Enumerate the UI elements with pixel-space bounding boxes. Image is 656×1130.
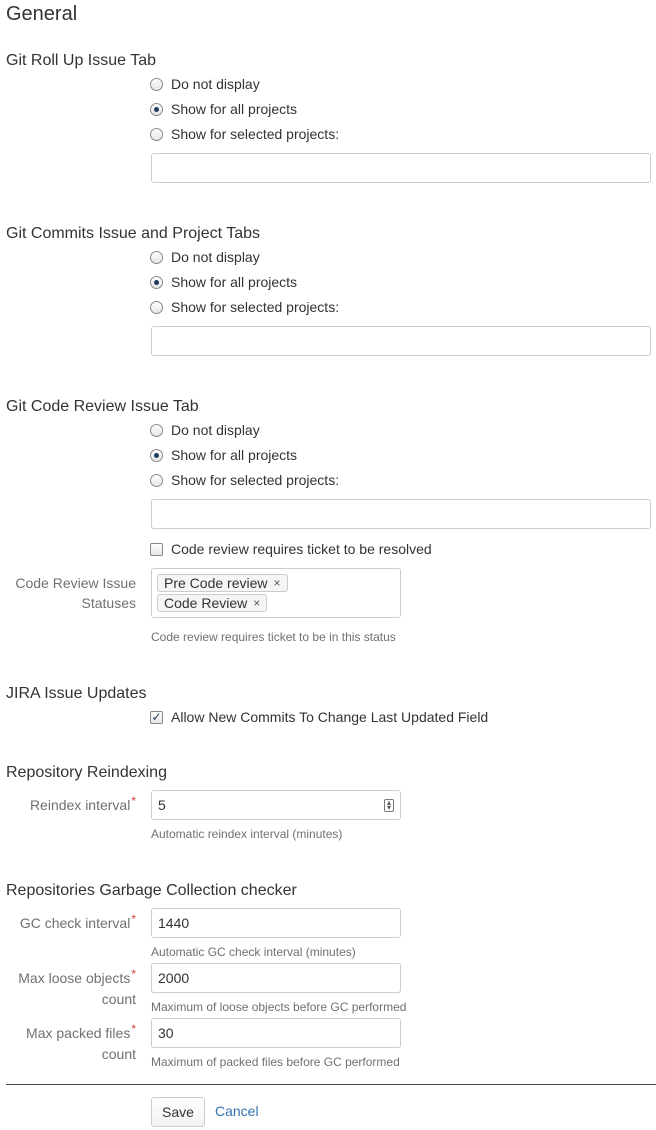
option-label: Show for all projects (171, 447, 298, 463)
field-label-line2: count (101, 991, 136, 1007)
gc-check-interval-input[interactable]: 1440 (151, 908, 401, 938)
option-label: Do not display (171, 422, 260, 438)
option-label: Show for selected projects: (171, 126, 340, 142)
section-title-reindex: Repository Reindexing (6, 764, 167, 781)
radio-icon[interactable] (150, 300, 163, 314)
reindex-interval-label: Reindex interval* (29, 794, 136, 816)
required-marker: * (131, 1022, 136, 1036)
number-stepper-icon[interactable]: ▴ ▾ (384, 799, 394, 812)
section-title-review: Git Code Review Issue Tab (6, 398, 199, 415)
input-value: 5 (158, 797, 166, 813)
radio-icon[interactable] (150, 423, 163, 437)
field-label: Reindex interval (29, 797, 131, 813)
status-tag[interactable]: Code Review × (157, 594, 268, 612)
checkbox-label: Code review requires ticket to be resolv… (171, 541, 432, 557)
option-label: Do not display (171, 76, 260, 92)
max-packed-files-label: Max packed files* count (26, 1022, 136, 1064)
field-label: Max packed files (26, 1025, 131, 1041)
max-loose-objects-input[interactable]: 2000 (151, 963, 401, 993)
required-marker: * (131, 967, 136, 981)
input-value: 30 (158, 1025, 174, 1041)
reindex-help: Automatic reindex interval (minutes) (151, 827, 343, 841)
reindex-interval-input[interactable]: 5 ▴ ▾ (151, 790, 401, 820)
status-tag-label: Code Review (164, 595, 248, 611)
review-option-do-not-display[interactable]: Do not display (150, 421, 260, 439)
max-loose-objects-label: Max loose objects* count (18, 967, 136, 1009)
option-label: Show for selected projects: (171, 472, 340, 488)
checkbox-checked-icon[interactable]: ✓ (150, 710, 163, 724)
statuses-help: Code review requires ticket to be in thi… (151, 630, 396, 644)
commits-projects-input[interactable] (151, 326, 651, 356)
gc-check-interval-label: GC check interval* (19, 912, 136, 934)
page-title: General (6, 3, 78, 25)
max-packed-files-input[interactable]: 30 (151, 1018, 401, 1048)
field-label: GC check interval (19, 915, 131, 931)
review-option-show-all[interactable]: Show for all projects (150, 446, 297, 464)
input-value: 1440 (158, 915, 190, 931)
radio-icon[interactable] (150, 77, 163, 91)
statuses-label-line1: Code Review Issue (15, 575, 136, 591)
status-tag-label: Pre Code review (164, 575, 268, 591)
rollup-projects-input[interactable] (151, 153, 651, 183)
checkbox-icon[interactable] (150, 542, 163, 556)
option-label: Show for all projects (171, 274, 298, 290)
radio-selected-icon[interactable] (150, 275, 163, 289)
review-projects-input[interactable] (151, 499, 651, 529)
option-label: Show for all projects (171, 101, 298, 117)
commits-option-show-all[interactable]: Show for all projects (150, 273, 297, 291)
rollup-option-show-all[interactable]: Show for all projects (150, 100, 297, 118)
remove-tag-icon[interactable]: × (274, 575, 281, 591)
required-marker: * (131, 794, 136, 808)
rollup-option-show-selected[interactable]: Show for selected projects: (150, 125, 339, 143)
status-tag[interactable]: Pre Code review × (157, 574, 288, 592)
radio-selected-icon[interactable] (150, 102, 163, 116)
statuses-label: Code Review Issue Statuses (15, 573, 136, 613)
option-label: Do not display (171, 249, 260, 265)
gc-check-help: Automatic GC check interval (minutes) (151, 945, 356, 959)
review-option-show-selected[interactable]: Show for selected projects: (150, 471, 339, 489)
radio-icon[interactable] (150, 127, 163, 141)
section-title-gc: Repositories Garbage Collection checker (6, 882, 297, 899)
checkbox-label: Allow New Commits To Change Last Updated… (171, 709, 489, 725)
save-button[interactable]: Save (151, 1097, 205, 1127)
form-divider (6, 1084, 656, 1085)
option-label: Show for selected projects: (171, 299, 340, 315)
remove-tag-icon[interactable]: × (253, 595, 260, 611)
section-title-commits: Git Commits Issue and Project Tabs (6, 225, 261, 242)
commits-option-do-not-display[interactable]: Do not display (150, 248, 260, 266)
review-require-resolved-checkbox[interactable]: Code review requires ticket to be resolv… (150, 540, 432, 558)
max-packed-help: Maximum of packed files before GC perfor… (151, 1055, 400, 1069)
statuses-multiselect[interactable]: Pre Code review × Code Review × (151, 568, 401, 618)
radio-icon[interactable] (150, 473, 163, 487)
rollup-option-do-not-display[interactable]: Do not display (150, 75, 260, 93)
max-loose-help: Maximum of loose objects before GC perfo… (151, 1000, 407, 1014)
input-value: 2000 (158, 970, 190, 986)
jira-allow-commits-checkbox[interactable]: ✓ Allow New Commits To Change Last Updat… (150, 708, 488, 726)
section-title-jira: JIRA Issue Updates (6, 685, 147, 702)
cancel-link[interactable]: Cancel (215, 1103, 259, 1119)
radio-selected-icon[interactable] (150, 448, 163, 462)
statuses-label-line2: Statuses (81, 595, 136, 611)
section-title-rollup: Git Roll Up Issue Tab (6, 52, 156, 69)
required-marker: * (131, 912, 136, 926)
radio-icon[interactable] (150, 250, 163, 264)
field-label-line2: count (101, 1046, 136, 1062)
field-label: Max loose objects (18, 970, 131, 986)
commits-option-show-selected[interactable]: Show for selected projects: (150, 298, 339, 316)
